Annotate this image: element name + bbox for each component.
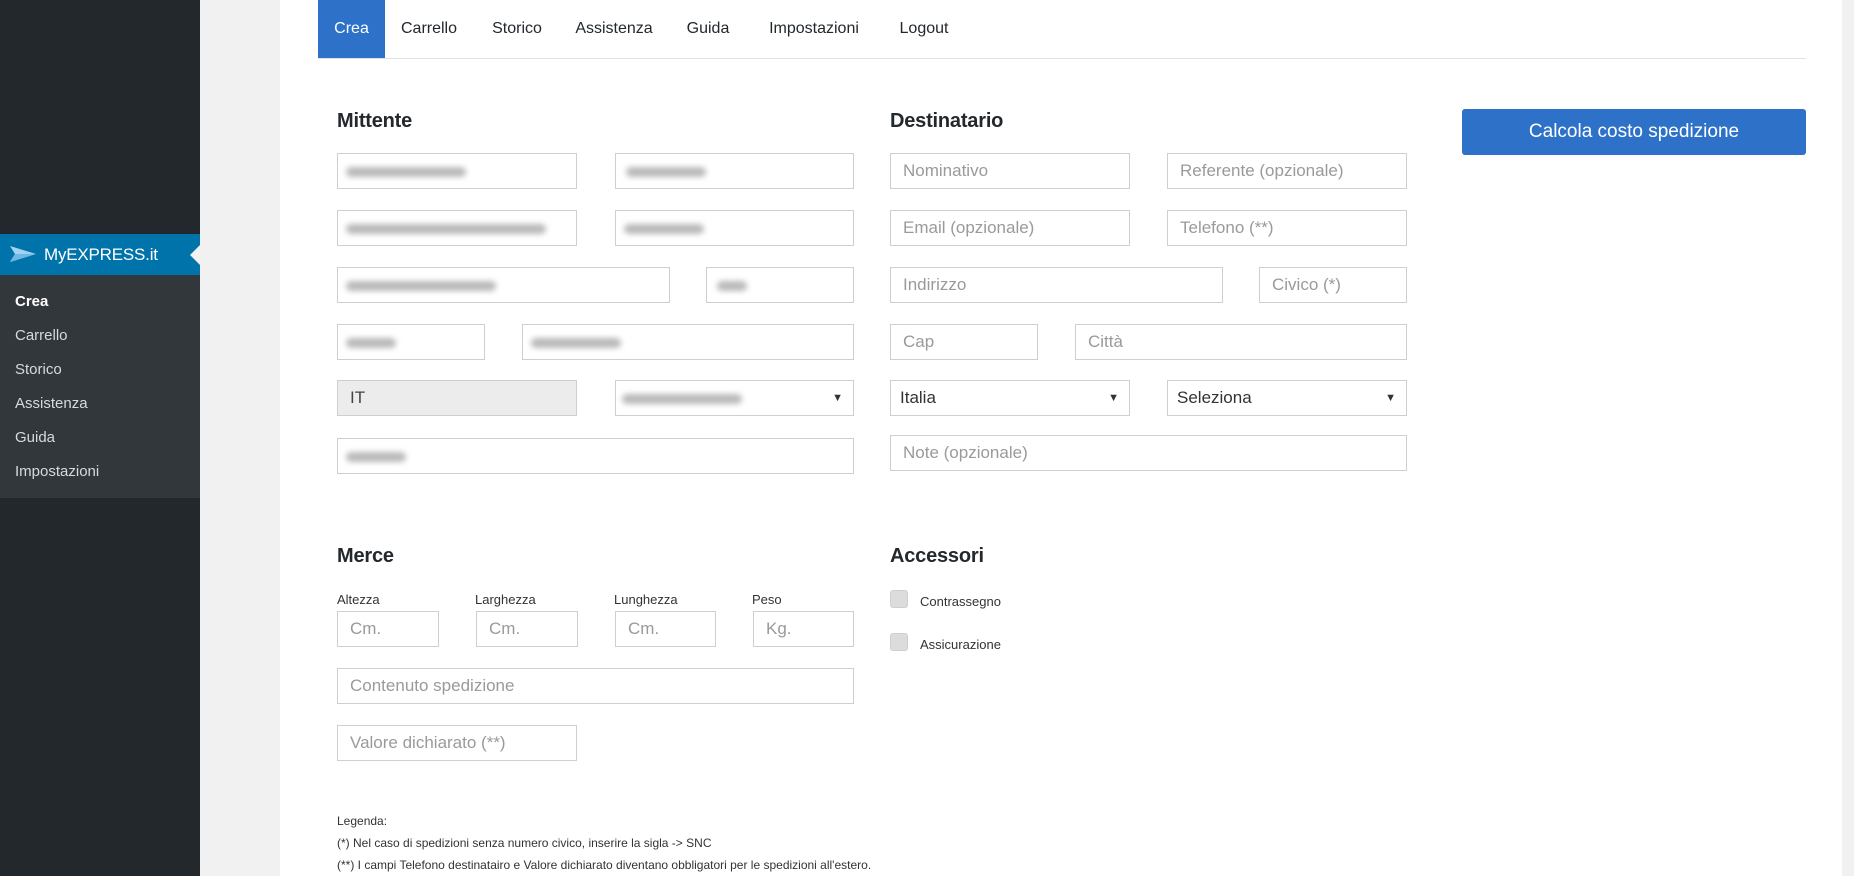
peso-field[interactable]: Kg. <box>753 611 854 647</box>
mittente-cap-field[interactable] <box>337 324 485 360</box>
assicurazione-label: Assicurazione <box>920 637 1001 652</box>
active-notch <box>190 245 200 265</box>
provincia-select[interactable]: Seleziona ▼ <box>1167 380 1407 416</box>
sidebar-item-storico[interactable]: Storico <box>15 361 62 378</box>
redacted-value <box>346 167 466 177</box>
redacted-value <box>346 224 546 234</box>
sidebar: MyEXPRESS.it Crea Carrello Storico Assis… <box>0 0 200 876</box>
larghezza-label: Larghezza <box>475 592 536 607</box>
mittente-citta-field[interactable] <box>522 324 854 360</box>
provincia-select-value: Seleziona <box>1177 388 1252 407</box>
paper-plane-icon <box>10 246 36 262</box>
accessori-title: Accessori <box>890 545 984 567</box>
mittente-telefono-field[interactable] <box>615 210 854 246</box>
tab-crea[interactable]: Crea <box>318 0 385 58</box>
lunghezza-field[interactable]: Cm. <box>615 611 716 647</box>
redacted-value <box>346 452 406 462</box>
mittente-title: Mittente <box>337 110 413 132</box>
sidebar-item-carrello[interactable]: Carrello <box>15 327 68 344</box>
redacted-value <box>624 224 704 234</box>
valore-dichiarato-field[interactable]: Valore dichiarato (**) <box>337 725 577 761</box>
brand-menu-item[interactable]: MyEXPRESS.it <box>0 234 200 275</box>
altezza-label: Altezza <box>337 592 380 607</box>
tab-impostazioni[interactable]: Impostazioni <box>749 0 879 58</box>
caret-down-icon: ▼ <box>1385 392 1396 404</box>
sidebar-submenu: Crea Carrello Storico Assistenza Guida I… <box>0 275 200 498</box>
redacted-value <box>622 394 742 404</box>
sidebar-item-impostazioni[interactable]: Impostazioni <box>15 463 99 480</box>
legend-note-1: (*) Nel caso di spedizioni senza numero … <box>337 836 712 850</box>
indirizzo-field[interactable]: Indirizzo <box>890 267 1223 303</box>
legend-note-2: (**) I campi Telefono destinatairo e Val… <box>337 858 872 872</box>
assicurazione-checkbox[interactable] <box>890 633 908 651</box>
redacted-value <box>346 338 396 348</box>
contenuto-field[interactable]: Contenuto spedizione <box>337 668 854 704</box>
referente-field[interactable]: Referente (opzionale) <box>1167 153 1407 189</box>
tab-logout[interactable]: Logout <box>879 0 969 58</box>
telefono-field[interactable]: Telefono (**) <box>1167 210 1407 246</box>
mittente-note-field[interactable] <box>337 438 854 474</box>
mittente-indirizzo-field[interactable] <box>337 267 670 303</box>
calcola-costo-button[interactable]: Calcola costo spedizione <box>1462 109 1806 155</box>
redacted-value <box>717 281 747 291</box>
contrassegno-checkbox[interactable] <box>890 590 908 608</box>
tab-guida[interactable]: Guida <box>667 0 749 58</box>
mittente-provincia-select[interactable]: ▼ <box>615 380 854 416</box>
altezza-field[interactable]: Cm. <box>337 611 439 647</box>
nominativo-field[interactable]: Nominativo <box>890 153 1130 189</box>
paese-select[interactable]: Italia ▼ <box>890 380 1130 416</box>
sidebar-item-assistenza[interactable]: Assistenza <box>15 395 88 412</box>
paese-select-value: Italia <box>900 388 936 407</box>
civico-field[interactable]: Civico (*) <box>1259 267 1407 303</box>
brand-name: MyEXPRESS.it <box>44 245 158 264</box>
mittente-paese-field: IT <box>337 380 577 416</box>
merce-title: Merce <box>337 545 394 567</box>
mittente-nome-field[interactable] <box>337 153 577 189</box>
redacted-value <box>531 338 621 348</box>
larghezza-field[interactable]: Cm. <box>476 611 578 647</box>
tab-storico[interactable]: Storico <box>473 0 561 58</box>
mittente-cognome-field[interactable] <box>615 153 854 189</box>
tab-assistenza[interactable]: Assistenza <box>561 0 667 58</box>
caret-down-icon: ▼ <box>832 392 843 404</box>
sidebar-item-guida[interactable]: Guida <box>15 429 55 446</box>
caret-down-icon: ▼ <box>1108 392 1119 404</box>
top-navigation: Crea Carrello Storico Assistenza Guida I… <box>318 0 1806 59</box>
email-field[interactable]: Email (opzionale) <box>890 210 1130 246</box>
cap-field[interactable]: Cap <box>890 324 1038 360</box>
note-field[interactable]: Note (opzionale) <box>890 435 1407 471</box>
mittente-civico-field[interactable] <box>706 267 854 303</box>
sidebar-item-crea[interactable]: Crea <box>15 293 48 310</box>
redacted-value <box>346 281 496 291</box>
destinatario-title: Destinatario <box>890 110 1004 132</box>
tab-carrello[interactable]: Carrello <box>385 0 473 58</box>
mittente-email-field[interactable] <box>337 210 577 246</box>
legend-title: Legenda: <box>337 814 388 828</box>
redacted-value <box>626 167 706 177</box>
citta-field[interactable]: Città <box>1075 324 1407 360</box>
peso-label: Peso <box>752 592 782 607</box>
contrassegno-label: Contrassegno <box>920 594 1001 609</box>
lunghezza-label: Lunghezza <box>614 592 678 607</box>
